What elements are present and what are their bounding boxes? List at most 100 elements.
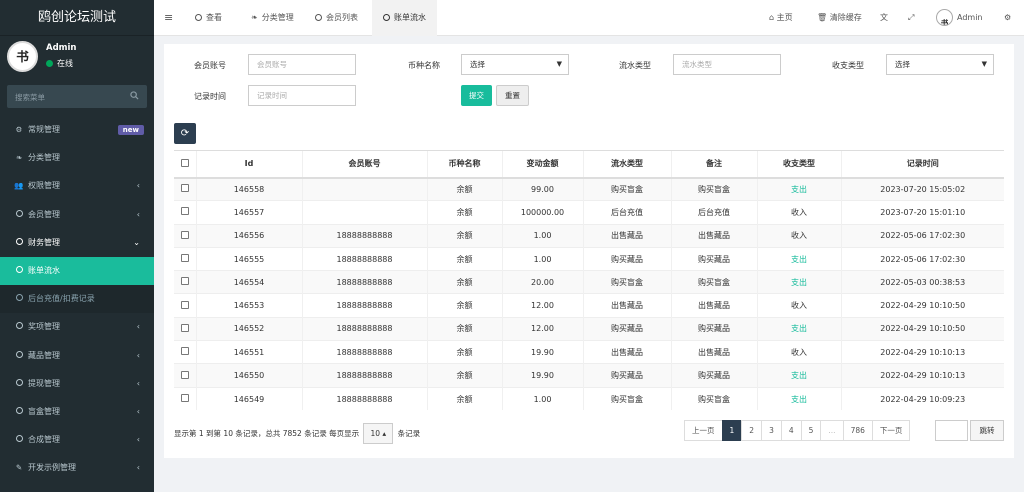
page-button[interactable]: 3 xyxy=(761,420,782,441)
tab-view[interactable]: 查看 xyxy=(187,0,230,36)
sidebar-search-input[interactable]: 搜索菜单 xyxy=(7,85,147,108)
clear-cache-button[interactable]: 🗑 清除缓存 xyxy=(817,0,862,36)
column-header[interactable]: Id xyxy=(195,150,302,179)
row-checkbox[interactable] xyxy=(174,246,196,271)
cell-time: 2022-05-03 00:38:53 xyxy=(840,270,1004,294)
io-select[interactable]: 选择 ▼ xyxy=(886,54,994,75)
member-input[interactable]: 会员账号 xyxy=(248,54,356,75)
search-icon[interactable] xyxy=(130,91,139,102)
cell-time: 2022-04-29 10:10:50 xyxy=(840,316,1004,341)
row-checkbox[interactable] xyxy=(174,293,196,318)
flow-input[interactable]: 流水类型 xyxy=(673,54,781,75)
table-row[interactable]: 146556 18888888888 余额 1.00 出售藏品 出售藏品 收入 2022-05… xyxy=(174,223,1004,248)
row-checkbox[interactable] xyxy=(174,386,196,411)
sidebar-item-prize[interactable]: 奖项管理 ‹ xyxy=(0,313,154,341)
reset-button[interactable]: 重置 xyxy=(496,85,529,106)
sidebar-item-member[interactable]: 会员管理 ‹ xyxy=(0,201,154,229)
top-user-menu[interactable]: 书 Admin xyxy=(936,0,983,36)
sidebar-item-dev-example[interactable]: ✎ 开发示例管理 ‹ xyxy=(0,454,154,482)
circle-icon xyxy=(13,342,25,370)
cell-flow: 购买藏品 xyxy=(582,316,671,341)
home-link[interactable]: ⌂ 主页 xyxy=(769,0,793,36)
app-title[interactable]: 鸥创论坛测试 xyxy=(0,0,154,36)
page-button[interactable]: 2 xyxy=(741,420,763,441)
table-row[interactable]: 146549 18888888888 余额 1.00 购买盲盒 购买盲盒 支出 2022-04… xyxy=(174,386,1004,411)
table-row[interactable]: 146554 18888888888 余额 20.00 购买盲盒 购买盲盒 支出 2022-0… xyxy=(174,270,1004,294)
row-checkbox[interactable] xyxy=(174,176,196,201)
table-row[interactable]: 146558 余额 99.00 购买盲盒 购买盲盒 支出 2023-07-20 15:05:… xyxy=(174,176,1004,201)
tab-category[interactable]: ❧ 分类管理 xyxy=(243,0,302,36)
sidebar-item-recharge-record[interactable]: 后台充值/扣费记录 xyxy=(0,285,154,314)
tab-bill-flow[interactable]: 账单流水 xyxy=(372,0,437,36)
cell-currency: 余额 xyxy=(426,176,502,201)
cell-id: 146552 xyxy=(195,316,302,341)
cell-note: 购买盲盒 xyxy=(670,270,757,294)
circle-icon xyxy=(13,257,25,285)
cell-io: 收入 xyxy=(756,340,841,364)
table-row[interactable]: 146555 18888888888 余额 1.00 购买藏品 购买藏品 支出 2022-05… xyxy=(174,246,1004,271)
next-page-button[interactable]: 下一页 xyxy=(871,420,911,441)
page-ellipsis: ... xyxy=(820,420,844,441)
row-checkbox[interactable] xyxy=(174,200,196,225)
table-header-row: Id 会员账号 币种名称 变动金额 流水类型 备注 收支类型 记录时间 xyxy=(174,150,1004,179)
column-header[interactable]: 会员账号 xyxy=(301,150,427,179)
jump-page-input[interactable] xyxy=(935,420,968,441)
page-button[interactable]: 786 xyxy=(842,420,873,441)
cell-currency: 余额 xyxy=(426,270,502,294)
sidebar-item-finance[interactable]: 财务管理 ⌄ xyxy=(0,229,154,257)
table-row[interactable]: 146552 18888888888 余额 12.00 购买藏品 购买藏品 支出 2022-0… xyxy=(174,316,1004,341)
row-checkbox[interactable] xyxy=(174,270,196,294)
row-checkbox[interactable] xyxy=(174,340,196,364)
fullscreen-icon[interactable]: ⤢ xyxy=(908,0,914,36)
row-checkbox[interactable] xyxy=(174,363,196,388)
table-row[interactable]: 146557 余额 100000.00 后台充值 后台充值 收入 2023-07-20 15… xyxy=(174,200,1004,225)
io-select-value: 选择 xyxy=(895,60,910,69)
page-button[interactable]: 5 xyxy=(800,420,822,441)
sidebar-item-collection[interactable]: 藏品管理 ‹ xyxy=(0,342,154,370)
table-row[interactable]: 146553 18888888888 余额 12.00 出售藏品 出售藏品 收入 2022-0… xyxy=(174,293,1004,318)
table-row[interactable]: 146550 18888888888 余额 19.90 购买藏品 购买藏品 支出 2022-0… xyxy=(174,363,1004,388)
sidebar-item-withdraw[interactable]: 提现管理 ‹ xyxy=(0,370,154,398)
column-header[interactable]: 流水类型 xyxy=(582,150,671,179)
currency-select[interactable]: 选择 ▼ xyxy=(461,54,569,75)
column-header[interactable]: 变动金额 xyxy=(501,150,583,179)
tab-label: 会员列表 xyxy=(326,13,358,22)
cell-id: 146557 xyxy=(195,200,302,225)
column-header[interactable]: 备注 xyxy=(670,150,757,179)
cell-currency: 余额 xyxy=(426,363,502,388)
avatar: 书 xyxy=(936,9,953,26)
pager: 上一页 1 2 3 4 5 ... 786 下一页 xyxy=(684,420,911,441)
cell-io: 支出 xyxy=(756,246,841,271)
row-checkbox[interactable] xyxy=(174,223,196,248)
cell-note: 购买藏品 xyxy=(670,363,757,388)
page-size-select[interactable]: 10 ▴ xyxy=(363,423,394,444)
caret-down-icon: ▼ xyxy=(556,60,562,68)
page-button[interactable]: 4 xyxy=(780,420,802,441)
menu-toggle-icon[interactable]: ≡ xyxy=(164,11,173,24)
circle-icon xyxy=(13,229,25,257)
cell-currency: 余额 xyxy=(426,386,502,411)
settings-icon[interactable]: ⚙ xyxy=(1004,0,1011,36)
select-all-checkbox[interactable] xyxy=(174,150,196,179)
submit-button[interactable]: 提交 xyxy=(461,85,492,106)
time-input[interactable]: 记录时间 xyxy=(248,85,356,106)
page-button[interactable]: 1 xyxy=(721,420,743,441)
language-icon[interactable]: 文 xyxy=(880,0,888,36)
jump-button[interactable]: 跳转 xyxy=(970,420,1004,441)
table-row[interactable]: 146551 18888888888 余额 19.90 出售藏品 出售藏品 收入 2022-0… xyxy=(174,340,1004,364)
prev-page-button[interactable]: 上一页 xyxy=(684,420,723,441)
column-header[interactable]: 记录时间 xyxy=(840,150,1004,179)
tab-member-list[interactable]: 会员列表 xyxy=(307,0,366,36)
column-header[interactable]: 收支类型 xyxy=(756,150,841,179)
row-checkbox[interactable] xyxy=(174,316,196,341)
sidebar-item-category[interactable]: ❧ 分类管理 xyxy=(0,144,154,172)
sidebar-item-bill-flow[interactable]: 账单流水 xyxy=(0,256,154,286)
circle-icon xyxy=(13,313,25,341)
sidebar-item-blindbox[interactable]: 盲盒管理 ‹ xyxy=(0,398,154,426)
column-header[interactable]: 币种名称 xyxy=(426,150,502,179)
pagination-info-suffix: 条记录 xyxy=(397,429,421,438)
sidebar-item-auth[interactable]: 👥 权限管理 ‹ xyxy=(0,172,154,200)
sidebar-item-synthesis[interactable]: 合成管理 ‹ xyxy=(0,426,154,454)
refresh-button[interactable]: ⟳ xyxy=(174,123,196,144)
sidebar-item-general[interactable]: ⚙ 常规管理 new xyxy=(0,116,154,144)
